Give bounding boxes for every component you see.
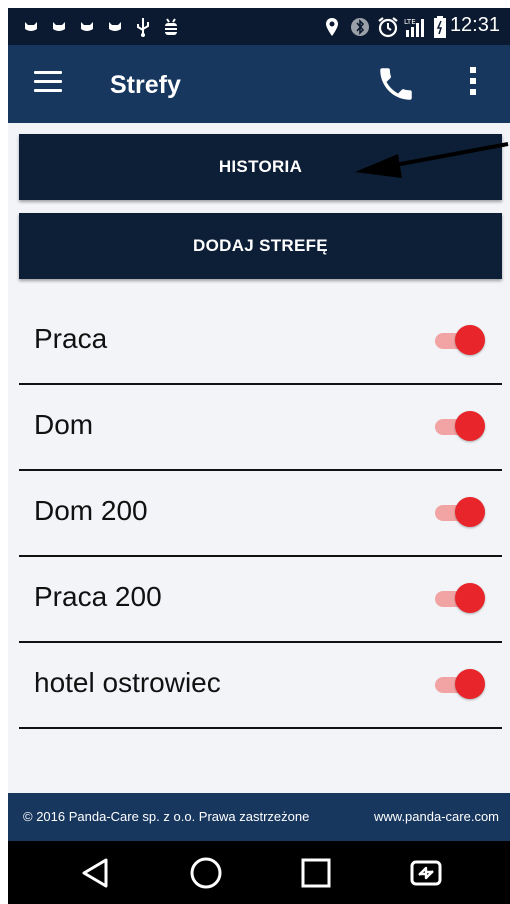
zone-row[interactable]: hotel ostrowiec (19, 641, 502, 729)
zone-toggle[interactable] (435, 669, 485, 699)
cat-notification-icon (20, 16, 42, 38)
more-vertical-icon[interactable] (463, 67, 483, 103)
system-nav-bar (8, 841, 510, 904)
zone-row[interactable]: Praca 200 (19, 555, 502, 643)
android-debug-icon (160, 16, 182, 38)
svg-text:LTE: LTE (404, 18, 416, 26)
cat-notification-icon (104, 16, 126, 38)
history-button[interactable]: HISTORIA (19, 134, 502, 200)
phone-icon[interactable] (375, 63, 417, 105)
app-screen: LTE 12:31 Strefy HISTORIA DODAJ STREFĘ P… (8, 8, 510, 904)
zone-toggle[interactable] (435, 325, 485, 355)
footer-copyright: © 2016 Panda-Care sp. z o.o. Prawa zastr… (23, 809, 310, 824)
zone-name: hotel ostrowiec (34, 667, 221, 698)
recents-icon[interactable] (294, 851, 338, 895)
app-toolbar: Strefy (8, 45, 510, 123)
zone-name: Dom 200 (34, 495, 148, 526)
status-time: 12:31 (449, 14, 500, 36)
screen-rotate-icon[interactable] (404, 851, 448, 895)
cat-notification-icon (76, 16, 98, 38)
zone-toggle[interactable] (435, 583, 485, 613)
hamburger-menu-icon[interactable] (34, 71, 62, 95)
alarm-icon (377, 16, 399, 38)
zone-row[interactable]: Dom (19, 383, 502, 471)
home-icon[interactable] (184, 851, 228, 895)
status-bar: LTE 12:31 (8, 8, 510, 45)
zone-name: Dom (34, 409, 94, 440)
cat-notification-icon (48, 16, 70, 38)
zone-name: Praca (34, 323, 108, 354)
usb-icon (132, 16, 154, 38)
page-title: Strefy (110, 71, 181, 99)
footer: © 2016 Panda-Care sp. z o.o. Prawa zastr… (8, 793, 510, 841)
zone-name: Praca 200 (34, 581, 162, 612)
lte-signal-icon: LTE (404, 16, 430, 38)
bluetooth-icon (349, 16, 371, 38)
zone-toggle[interactable] (435, 497, 485, 527)
zone-row[interactable]: Praca (19, 297, 502, 385)
zone-toggle[interactable] (435, 411, 485, 441)
battery-icon (433, 16, 447, 38)
add-zone-button[interactable]: DODAJ STREFĘ (19, 213, 502, 279)
location-pin-icon (321, 16, 343, 38)
back-icon[interactable] (74, 851, 118, 895)
zone-row[interactable]: Dom 200 (19, 469, 502, 557)
footer-website-link[interactable]: www.panda-care.com (374, 809, 499, 824)
